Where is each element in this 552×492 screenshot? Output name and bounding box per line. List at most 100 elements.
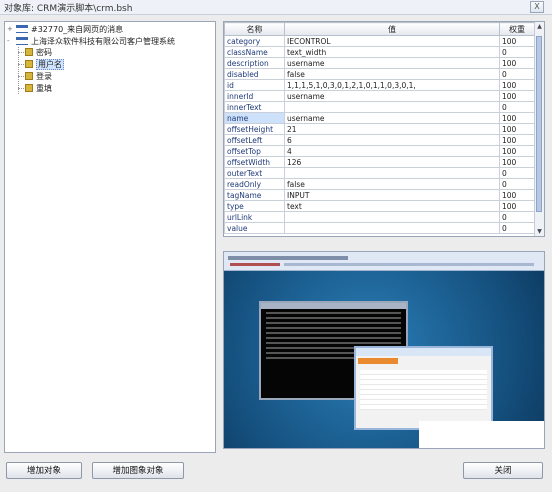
object-tree[interactable]: + #32770_来自网页的消息 - 上海泽众软件科技有限公司客户管理系统 密码 用… <box>4 21 216 453</box>
property-name-cell[interactable]: offsetLeft <box>224 134 285 146</box>
property-weight-cell[interactable]: 0 <box>499 101 535 113</box>
property-value-cell[interactable]: 21 <box>284 123 500 135</box>
property-row[interactable]: urlLink 0 <box>224 211 535 223</box>
property-name-cell[interactable]: id <box>224 79 285 91</box>
property-weight-cell[interactable]: 100 <box>499 156 535 168</box>
property-weight-cell[interactable]: 100 <box>499 35 535 47</box>
property-row[interactable]: description username 100 <box>224 57 535 69</box>
property-value-cell[interactable] <box>284 222 500 234</box>
property-name-cell[interactable]: disabled <box>224 68 285 80</box>
property-weight-cell[interactable]: 100 <box>499 79 535 91</box>
property-value-cell[interactable]: 126 <box>284 156 500 168</box>
tree-item-password[interactable]: 密码 <box>25 47 52 58</box>
property-name-cell[interactable]: type <box>224 200 285 212</box>
property-value-cell[interactable]: 6 <box>284 134 500 146</box>
property-value-cell[interactable] <box>284 167 500 179</box>
tree-item-username[interactable]: 用户名 <box>25 59 64 70</box>
property-weight-cell[interactable]: 0 <box>499 167 535 179</box>
tree-item-login[interactable]: 登录 <box>25 71 52 82</box>
property-row[interactable]: name username 100 <box>224 112 535 124</box>
property-weight-cell[interactable]: 0 <box>499 211 535 223</box>
property-name-cell[interactable]: offsetWidth <box>224 156 285 168</box>
property-name-cell[interactable]: urlLink <box>224 211 285 223</box>
property-name-cell[interactable]: outerText <box>224 167 285 179</box>
property-row[interactable]: category IECONTROL 100 <box>224 35 535 47</box>
tree-item-label: 重填 <box>36 84 52 93</box>
property-name-cell[interactable]: offsetTop <box>224 145 285 157</box>
close-window-button[interactable]: X <box>530 1 544 13</box>
scroll-down-icon[interactable]: ▼ <box>535 227 544 236</box>
property-row[interactable]: offsetHeight 21 100 <box>224 123 535 135</box>
property-row[interactable]: readOnly false 0 <box>224 178 535 190</box>
tree-item-reset[interactable]: 重填 <box>25 83 52 94</box>
property-value-cell[interactable]: INPUT <box>284 189 500 201</box>
property-weight-cell[interactable]: 0 <box>499 178 535 190</box>
property-value-cell[interactable] <box>284 101 500 113</box>
column-header-name[interactable]: 名称 <box>224 22 285 36</box>
tree-node-message-dialog[interactable]: + #32770_来自网页的消息 <box>7 24 123 35</box>
property-weight-cell[interactable]: 100 <box>499 134 535 146</box>
property-value-cell[interactable]: 1,1,1,5,1,0,3,0,1,2,1,0,1,1,0,3,0,1, <box>284 79 500 91</box>
close-button[interactable]: 关闭 <box>463 462 543 479</box>
property-name-cell[interactable]: tagName <box>224 189 285 201</box>
property-row[interactable]: type text 100 <box>224 200 535 212</box>
control-icon <box>25 84 33 92</box>
property-row[interactable]: id 1,1,1,5,1,0,3,0,1,2,1,0,1,1,0,3,0,1, 10… <box>224 79 535 91</box>
property-row[interactable]: tagName INPUT 100 <box>224 189 535 201</box>
expander-icon[interactable]: + <box>7 24 14 35</box>
vertical-scrollbar[interactable]: ▲ ▼ <box>534 22 544 236</box>
property-name-cell[interactable]: description <box>224 57 285 69</box>
column-header-value[interactable]: 值 <box>284 22 500 36</box>
property-header-row: 名称 值 权重 <box>224 22 535 36</box>
property-value-cell[interactable]: text_width <box>284 46 500 58</box>
property-row[interactable]: className text_width 0 <box>224 46 535 58</box>
scroll-thumb[interactable] <box>536 36 542 212</box>
property-value-cell[interactable]: 4 <box>284 145 500 157</box>
property-weight-cell[interactable]: 100 <box>499 90 535 102</box>
property-value-cell[interactable]: IECONTROL <box>284 35 500 47</box>
property-weight-cell[interactable]: 100 <box>499 200 535 212</box>
property-weight-cell[interactable]: 100 <box>499 123 535 135</box>
tree-connector <box>18 76 24 77</box>
collapse-icon[interactable]: - <box>7 36 14 47</box>
property-weight-cell[interactable]: 100 <box>499 145 535 157</box>
property-value-cell[interactable]: username <box>284 112 500 124</box>
property-name-cell[interactable]: innerText <box>224 101 285 113</box>
property-row[interactable]: innerId username 100 <box>224 90 535 102</box>
add-object-button[interactable]: 增加对象 <box>6 462 82 479</box>
scroll-up-icon[interactable]: ▲ <box>535 22 544 31</box>
property-row[interactable]: offsetWidth 126 100 <box>224 156 535 168</box>
property-name-cell[interactable]: value <box>224 222 285 234</box>
property-value-cell[interactable]: username <box>284 90 500 102</box>
property-weight-cell[interactable]: 0 <box>499 222 535 234</box>
control-icon <box>25 72 33 80</box>
property-weight-cell[interactable]: 100 <box>499 57 535 69</box>
property-name-cell[interactable]: readOnly <box>224 178 285 190</box>
property-value-cell[interactable] <box>284 211 500 223</box>
window-icon <box>16 25 28 33</box>
property-name-cell[interactable]: className <box>224 46 285 58</box>
property-row[interactable]: offsetLeft 6 100 <box>224 134 535 146</box>
column-header-weight[interactable]: 权重 <box>499 22 535 36</box>
property-name-cell[interactable]: category <box>224 35 285 47</box>
property-value-cell[interactable]: username <box>284 57 500 69</box>
property-value-cell[interactable]: text <box>284 200 500 212</box>
property-weight-cell[interactable]: 100 <box>499 189 535 201</box>
property-row[interactable]: disabled false 0 <box>224 68 535 80</box>
property-row[interactable]: value 0 <box>224 222 535 234</box>
property-weight-cell[interactable]: 0 <box>499 68 535 80</box>
property-name-cell[interactable]: innerId <box>224 90 285 102</box>
tree-item-label: 密码 <box>36 48 52 57</box>
property-weight-cell[interactable]: 0 <box>499 46 535 58</box>
property-row[interactable]: innerText 0 <box>224 101 535 113</box>
property-row[interactable]: offsetTop 4 100 <box>224 145 535 157</box>
add-image-object-button[interactable]: 增加图象对象 <box>92 462 184 479</box>
property-weight-cell[interactable]: 100 <box>499 112 535 124</box>
property-name-cell[interactable]: name <box>224 112 285 124</box>
property-value-cell[interactable]: false <box>284 178 500 190</box>
tree-node-crm-system[interactable]: - 上海泽众软件科技有限公司客户管理系统 <box>7 36 175 47</box>
property-value-cell[interactable]: false <box>284 68 500 80</box>
property-row[interactable]: outerText 0 <box>224 167 535 179</box>
property-name-cell[interactable]: offsetHeight <box>224 123 285 135</box>
property-grid[interactable]: 名称 值 权重 category IECONTROL 100 className tex… <box>223 21 545 237</box>
